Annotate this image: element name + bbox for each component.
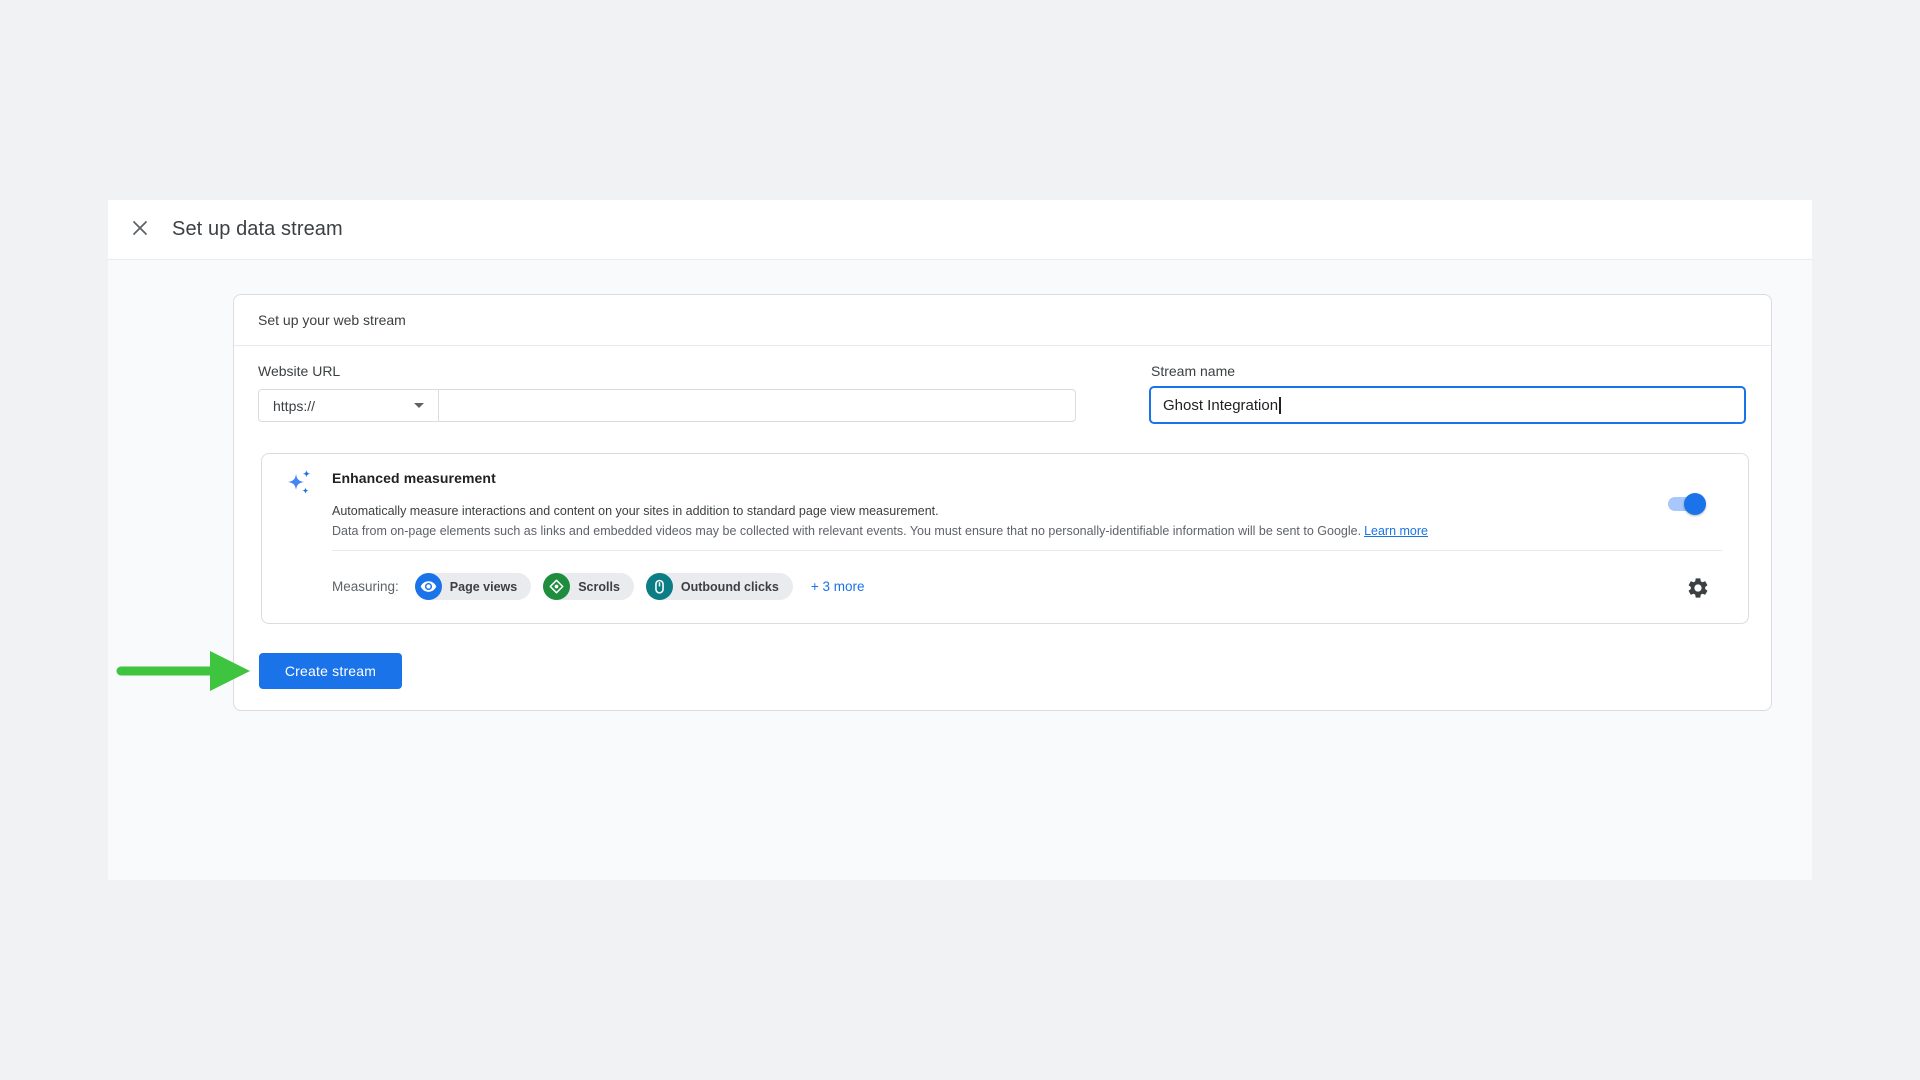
enhanced-description-line2: Data from on-page elements such as links… [332,521,1428,541]
scroll-diamond-icon [543,573,570,600]
protocol-value: https:// [273,398,315,414]
toggle-thumb [1684,493,1706,515]
gear-icon [1686,576,1710,603]
eye-icon [415,573,442,600]
create-stream-button[interactable]: Create stream [259,653,402,689]
enhanced-measurement-panel: Enhanced measurement Automatically measu… [261,453,1749,624]
website-url-field: https:// [258,389,1076,422]
chip-label: Scrolls [578,580,620,594]
chevron-down-icon [414,403,424,408]
setup-data-stream-dialog: Set up data stream Set up your web strea… [108,200,1812,880]
measuring-label: Measuring: [332,579,399,594]
enhanced-measurement-toggle[interactable] [1668,497,1704,511]
website-url-label: Website URL [258,361,340,381]
stream-name-value: Ghost Integration [1163,397,1278,414]
web-stream-card: Set up your web stream Website URL https… [233,294,1772,711]
card-title: Set up your web stream [234,295,1771,346]
close-icon [132,220,148,239]
measuring-row: Measuring: Page views [332,573,864,600]
enhanced-description-line2-text: Data from on-page elements such as links… [332,524,1361,538]
close-button[interactable] [122,212,158,248]
stream-name-label: Stream name [1151,361,1235,381]
sparkle-icon [283,466,317,505]
mouse-icon [646,573,673,600]
divider [332,550,1722,551]
measurement-settings-button[interactable] [1684,575,1712,603]
page: { "colors": { "accent_blue": "#1a73e8", … [0,0,1920,1080]
enhanced-description-line1: Automatically measure interactions and c… [332,501,939,521]
learn-more-link[interactable]: Learn more [1364,524,1428,538]
website-url-input[interactable] [439,390,1075,421]
chip-scrolls: Scrolls [543,573,634,600]
dialog-header: Set up data stream [108,200,1812,260]
dialog-title: Set up data stream [172,218,343,241]
chip-label: Outbound clicks [681,580,779,594]
chip-page-views: Page views [415,573,531,600]
stream-name-input[interactable]: Ghost Integration [1149,386,1746,424]
more-measurements-link[interactable]: + 3 more [811,579,865,594]
enhanced-measurement-title: Enhanced measurement [332,470,496,486]
chip-label: Page views [450,580,517,594]
chip-outbound-clicks: Outbound clicks [646,573,793,600]
text-cursor [1279,397,1281,414]
protocol-dropdown[interactable]: https:// [259,390,439,421]
